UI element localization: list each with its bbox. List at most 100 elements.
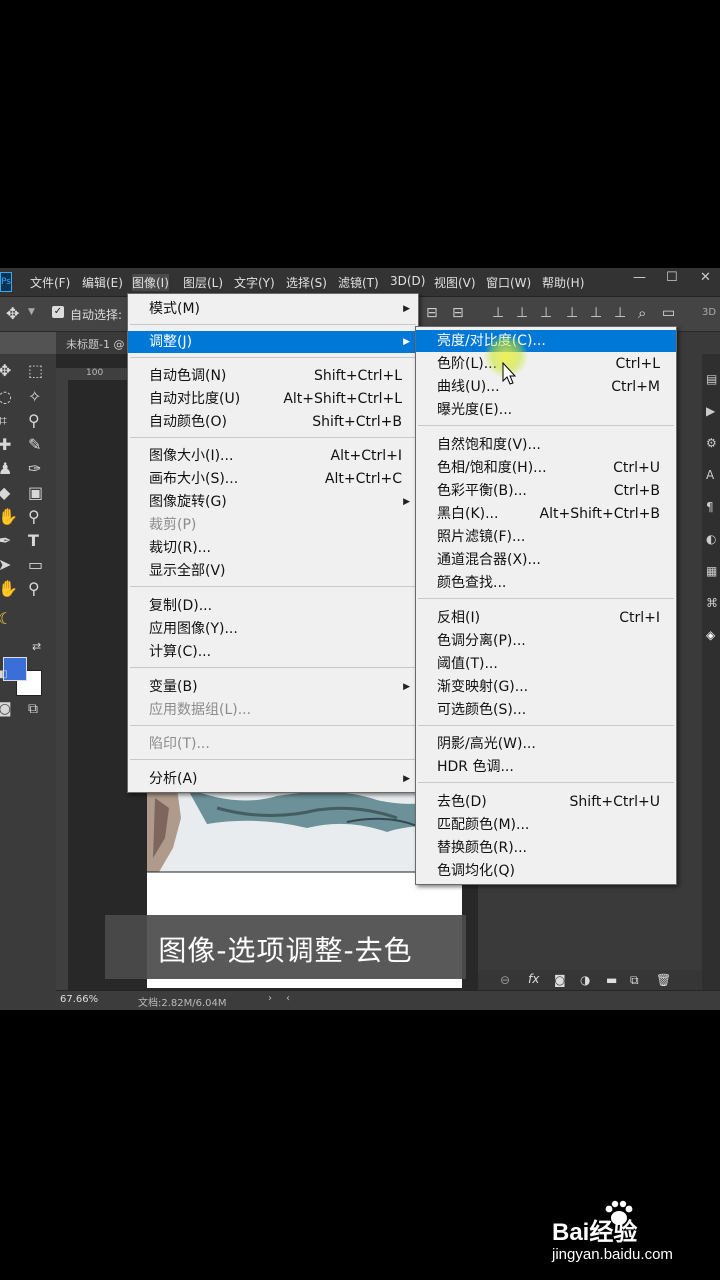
blur-tool-icon[interactable]: ✋	[0, 508, 18, 526]
menu-3d[interactable]: 3D(D)	[390, 274, 425, 288]
screen-mode-icon[interactable]: ⧉	[28, 700, 38, 718]
submenu-item-invert[interactable]: 反相(I) Ctrl+I	[416, 607, 676, 629]
document-tab[interactable]: 未标题-1 @	[66, 336, 124, 352]
menu-item-mode[interactable]: 模式(M) ▶	[128, 298, 418, 320]
submenu-item-brightness-contrast[interactable]: 亮度/对比度(C)...	[416, 330, 676, 352]
dodge-tool-icon[interactable]: ⚲	[28, 508, 40, 526]
quick-mask-icon[interactable]: ◙	[0, 700, 12, 718]
menu-filter[interactable]: 滤镜(T)	[338, 274, 379, 291]
hand-tool-icon[interactable]: ✋	[0, 580, 18, 598]
scroll-left-icon[interactable]: ‹	[286, 993, 290, 1004]
path-select-icon[interactable]: ➤	[0, 556, 11, 574]
default-colors-icon[interactable]: ◧	[0, 666, 7, 684]
workspace-icon[interactable]: ▭	[662, 305, 675, 321]
menu-item-image-size[interactable]: 图像大小(I)... Alt+Ctrl+I	[128, 445, 418, 467]
zoom-tool-icon[interactable]: ⚲	[28, 580, 40, 598]
distribute-icon[interactable]: ⊥	[614, 305, 626, 321]
submenu-item-desaturate[interactable]: 去色(D) Shift+Ctrl+U	[416, 791, 676, 813]
submenu-item-hue-saturation[interactable]: 色相/饱和度(H)... Ctrl+U	[416, 457, 676, 479]
healing-brush-icon[interactable]: ✚	[0, 436, 11, 454]
submenu-item-black-white[interactable]: 黑白(K)... Alt+Shift+Ctrl+B	[416, 503, 676, 525]
panel-icon[interactable]: ⌘	[706, 596, 718, 610]
search-icon[interactable]: ⌕	[638, 304, 646, 322]
menu-item-calculations[interactable]: 计算(C)...	[128, 641, 418, 663]
submenu-item-color-lookup[interactable]: 颜色查找...	[416, 572, 676, 594]
swap-colors-icon[interactable]: ⇄	[32, 638, 41, 656]
menu-item-auto-contrast[interactable]: 自动对比度(U) Alt+Shift+Ctrl+L	[128, 388, 418, 410]
submenu-item-photo-filter[interactable]: 照片滤镜(F)...	[416, 526, 676, 548]
auto-select-checkbox[interactable]: ✓	[52, 306, 64, 318]
align-icon[interactable]: ⊟	[426, 305, 438, 321]
menu-item-apply-image[interactable]: 应用图像(Y)...	[128, 618, 418, 640]
marquee-tool-icon[interactable]: ⬚	[28, 362, 43, 380]
chevron-down-icon[interactable]: ▼	[28, 307, 35, 317]
submenu-item-levels[interactable]: 色阶(L)... Ctrl+L	[416, 353, 676, 375]
gradient-tool-icon[interactable]: ▣	[28, 484, 43, 502]
status-arrow-icon[interactable]: ›	[268, 993, 272, 1004]
submenu-item-match-color[interactable]: 匹配颜色(M)...	[416, 814, 676, 836]
menu-item-trim[interactable]: 裁切(R)...	[128, 537, 418, 559]
distribute-icon[interactable]: ⊥	[492, 305, 504, 321]
distribute-icon[interactable]: ⊥	[566, 305, 578, 321]
layers-icon[interactable]: ◈	[706, 628, 715, 642]
panel-icon[interactable]: A	[706, 468, 714, 482]
move-tool-icon[interactable]: ✥	[6, 304, 19, 323]
menu-item-image-rotation[interactable]: 图像旋转(G) ▶	[128, 491, 418, 513]
close-icon[interactable]: ✕	[700, 270, 711, 285]
minimize-icon[interactable]: —	[633, 270, 646, 285]
menu-window[interactable]: 窗口(W)	[486, 274, 531, 291]
menu-item-duplicate[interactable]: 复制(D)...	[128, 595, 418, 617]
move-tool-icon[interactable]: ✥	[0, 362, 11, 380]
crop-tool-icon[interactable]: ⌗	[0, 412, 7, 430]
distribute-icon[interactable]: ⊥	[516, 305, 528, 321]
align-icon[interactable]: ⊟	[452, 305, 464, 321]
fx-icon[interactable]: fx	[528, 972, 539, 986]
eraser-tool-icon[interactable]: ◆	[0, 484, 10, 502]
submenu-item-curves[interactable]: 曲线(U)... Ctrl+M	[416, 376, 676, 398]
submenu-item-hdr-toning[interactable]: HDR 色调...	[416, 756, 676, 778]
panel-icon[interactable]: ¶	[706, 500, 714, 514]
type-tool-icon[interactable]: T	[28, 532, 39, 550]
menu-file[interactable]: 文件(F)	[30, 274, 70, 291]
submenu-item-equalize[interactable]: 色调均化(Q)	[416, 860, 676, 882]
distribute-icon[interactable]: ⊥	[590, 305, 602, 321]
menu-image[interactable]: 图像(I)	[132, 274, 169, 291]
new-layer-icon[interactable]: ⧉	[630, 973, 639, 988]
mask-icon[interactable]: ◙	[554, 973, 566, 987]
menu-type[interactable]: 文字(Y)	[234, 274, 275, 291]
submenu-item-channel-mixer[interactable]: 通道混合器(X)...	[416, 549, 676, 571]
menu-select[interactable]: 选择(S)	[286, 274, 327, 291]
submenu-item-shadows-highlights[interactable]: 阴影/高光(W)...	[416, 733, 676, 755]
panel-icon[interactable]: ◐	[706, 532, 716, 546]
submenu-item-gradient-map[interactable]: 渐变映射(G)...	[416, 676, 676, 698]
link-icon[interactable]: ⊖	[500, 973, 510, 987]
rectangle-tool-icon[interactable]: ▭	[28, 556, 43, 574]
submenu-item-color-balance[interactable]: 色彩平衡(B)... Ctrl+B	[416, 480, 676, 502]
stamp-tool-icon[interactable]: ♟	[0, 460, 12, 478]
menu-item-auto-tone[interactable]: 自动色调(N) Shift+Ctrl+L	[128, 365, 418, 387]
brush-tool-icon[interactable]: ✎	[28, 436, 41, 454]
lasso-tool-icon[interactable]: ◌	[0, 388, 12, 406]
panel-icon[interactable]: ▤	[706, 372, 717, 386]
folder-icon[interactable]: ▬	[606, 973, 617, 987]
panel-icon[interactable]: ⚙	[706, 436, 717, 450]
panel-icon[interactable]: ▶	[706, 404, 715, 418]
menu-view[interactable]: 视图(V)	[434, 274, 476, 291]
panel-icon[interactable]: ▦	[706, 564, 717, 578]
submenu-item-posterize[interactable]: 色调分离(P)...	[416, 630, 676, 652]
maximize-icon[interactable]: ☐	[666, 270, 678, 285]
submenu-item-exposure[interactable]: 曝光度(E)...	[416, 399, 676, 421]
history-brush-icon[interactable]: ✑	[28, 460, 41, 478]
zoom-level[interactable]: 67.66%	[60, 994, 98, 1005]
distribute-icon[interactable]: ⊥	[540, 305, 552, 321]
menu-edit[interactable]: 编辑(E)	[82, 274, 123, 291]
adjustment-layer-icon[interactable]: ◑	[580, 973, 590, 987]
menu-item-variables[interactable]: 变量(B) ▶	[128, 676, 418, 698]
menu-item-reveal-all[interactable]: 显示全部(V)	[128, 560, 418, 582]
menu-item-auto-color[interactable]: 自动颜色(O) Shift+Ctrl+B	[128, 411, 418, 433]
pen-tool-icon[interactable]: ✒	[0, 532, 11, 550]
trash-icon[interactable]: 🗑	[656, 973, 671, 987]
submenu-item-vibrance[interactable]: 自然饱和度(V)...	[416, 434, 676, 456]
menu-item-analysis[interactable]: 分析(A) ▶	[128, 768, 418, 790]
menu-help[interactable]: 帮助(H)	[542, 274, 584, 291]
